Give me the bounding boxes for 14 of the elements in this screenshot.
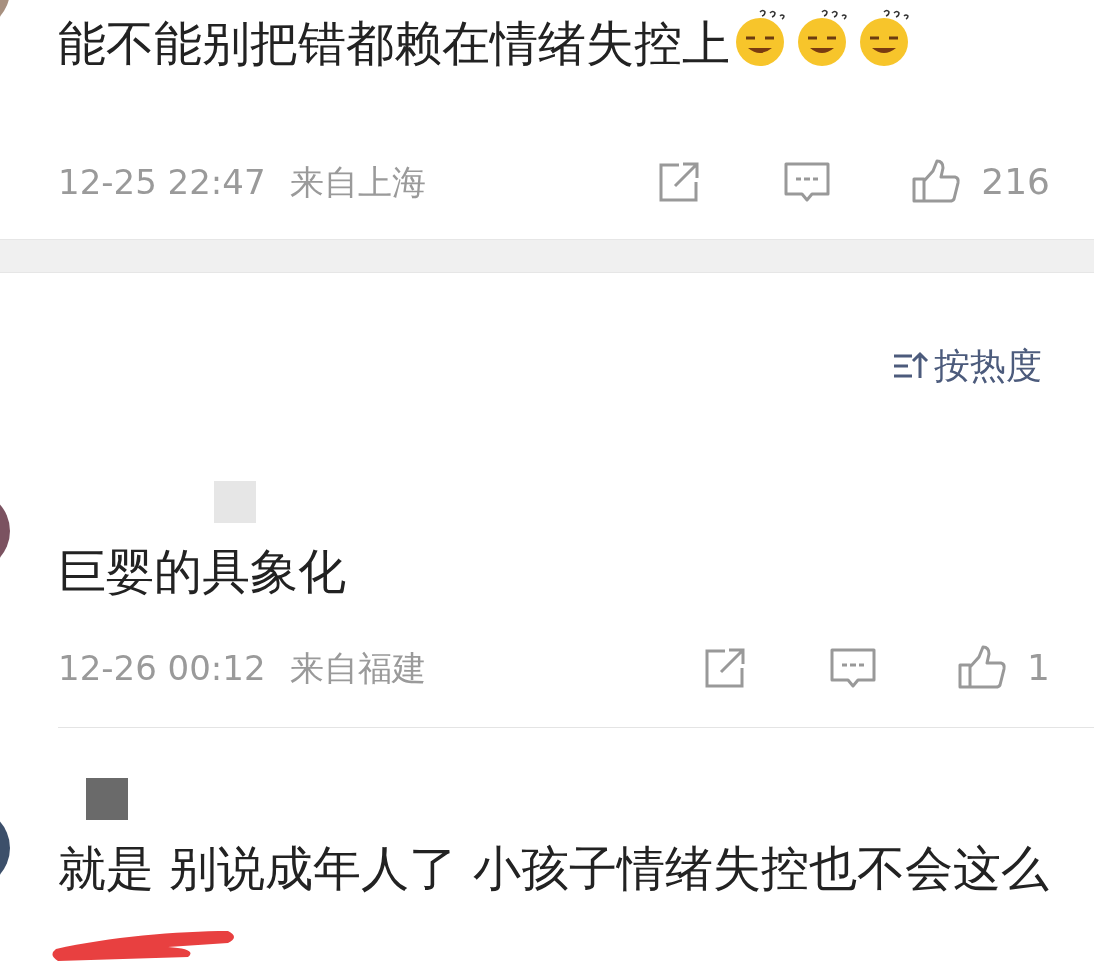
timestamp: 12-25 22:47 [58,160,266,204]
like-button[interactable]: 216 [911,155,1050,209]
comment-icon[interactable] [829,646,878,690]
location-text: 来自上海 [289,160,426,204]
sort-button[interactable]: 按热度 [892,339,1042,393]
comment-text: 巨婴的具象化 [58,543,346,599]
comment-text: 能不能别把错都赖在情绪失控上 [58,15,730,71]
comment-text: 就是 别说成年人了 小孩子情绪失控也不会这么 [58,840,1049,896]
timestamp: 12-26 00:12 [58,646,266,690]
share-icon[interactable] [657,160,702,204]
like-button[interactable]: 1 [957,641,1050,695]
location-text: 来自福建 [289,646,426,690]
comment-icon[interactable] [783,160,832,204]
share-icon[interactable] [703,646,748,690]
